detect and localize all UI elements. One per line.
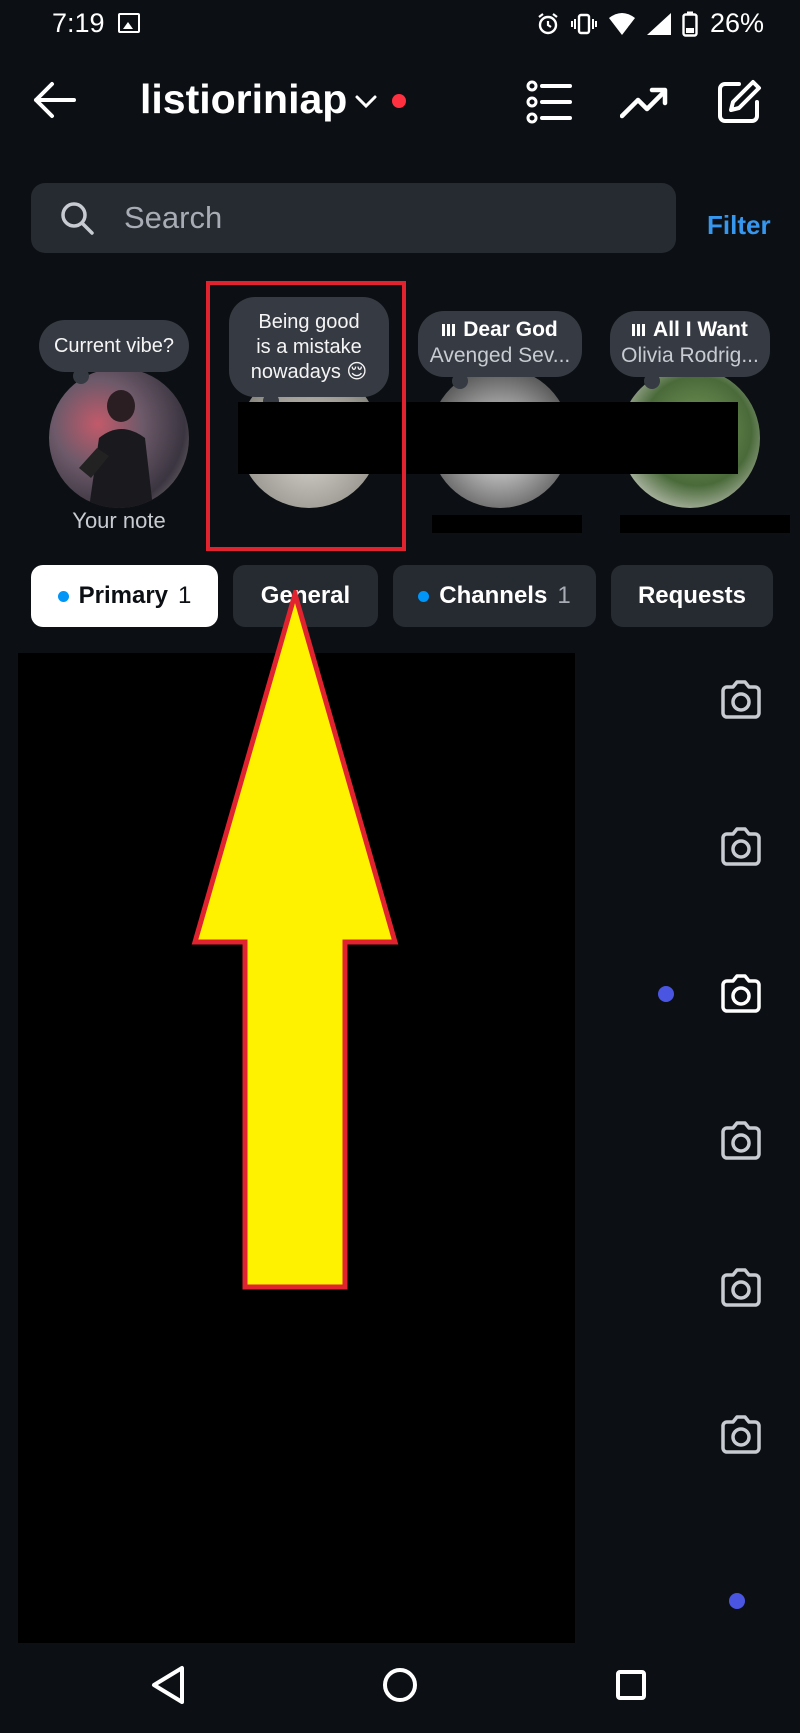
highlight-box bbox=[206, 281, 406, 551]
alarm-icon bbox=[538, 12, 558, 34]
battery-icon bbox=[682, 11, 698, 37]
avatar bbox=[49, 368, 189, 508]
music-note-bubble: All I Want Olivia Rodrig... bbox=[610, 311, 770, 389]
status-icons: 26% bbox=[536, 8, 764, 39]
camera-icon[interactable] bbox=[718, 824, 764, 870]
image-icon bbox=[118, 13, 140, 33]
trending-icon[interactable] bbox=[620, 78, 668, 126]
app-header: listioriniap bbox=[0, 60, 800, 140]
thread-row[interactable] bbox=[0, 668, 800, 788]
vibrate-icon bbox=[570, 13, 597, 34]
music-bars-icon bbox=[632, 317, 647, 343]
signal-icon bbox=[646, 12, 671, 35]
back-triangle-icon[interactable] bbox=[144, 1660, 194, 1710]
music-artist: Avenged Sev... bbox=[429, 344, 571, 367]
camera-icon[interactable] bbox=[718, 971, 764, 1017]
camera-icon[interactable] bbox=[718, 677, 764, 723]
search-input[interactable] bbox=[124, 198, 624, 238]
redaction-block bbox=[432, 515, 582, 533]
note-name: Your note bbox=[72, 508, 166, 533]
tab-label: Channels bbox=[439, 582, 548, 609]
tab-label: Primary bbox=[78, 582, 169, 609]
list-icon[interactable] bbox=[526, 78, 574, 126]
note-your-note[interactable]: Current vibe? Your note bbox=[29, 285, 209, 555]
note-bubble-text: Current vibe? bbox=[53, 335, 175, 357]
wifi-icon bbox=[608, 12, 635, 35]
tab-channels[interactable]: Channels 1 bbox=[393, 565, 596, 627]
music-bars-icon bbox=[442, 317, 457, 343]
thread-row[interactable] bbox=[0, 1403, 800, 1523]
filter-button[interactable]: Filter bbox=[707, 210, 771, 241]
tab-unread-dot bbox=[57, 590, 69, 602]
annotation-arrow bbox=[191, 590, 399, 1290]
chevron-down-icon[interactable] bbox=[353, 88, 379, 114]
search-bar[interactable] bbox=[31, 183, 676, 253]
camera-icon[interactable] bbox=[718, 1118, 764, 1164]
home-circle-icon[interactable] bbox=[375, 1660, 425, 1710]
unread-dot bbox=[729, 1593, 745, 1609]
camera-icon[interactable] bbox=[718, 1412, 764, 1458]
tab-label: Requests bbox=[637, 582, 747, 609]
unread-dot bbox=[658, 986, 674, 1002]
status-time: 7:19 bbox=[52, 8, 105, 38]
tab-requests[interactable]: Requests bbox=[611, 565, 773, 627]
camera-icon[interactable] bbox=[718, 1265, 764, 1311]
compose-icon[interactable] bbox=[715, 78, 763, 126]
music-title: All I Want bbox=[610, 317, 770, 343]
thread-row[interactable] bbox=[0, 1109, 800, 1229]
tab-unread-dot bbox=[418, 590, 430, 602]
thread-row[interactable] bbox=[0, 1256, 800, 1376]
status-bar: 7:19 26% bbox=[0, 0, 800, 50]
music-note-bubble: Dear God Avenged Sev... bbox=[418, 311, 582, 389]
search-icon bbox=[61, 202, 94, 235]
music-artist: Olivia Rodrig... bbox=[621, 344, 759, 367]
thread-row[interactable] bbox=[0, 962, 800, 1082]
battery-percent: 26% bbox=[709, 8, 764, 38]
inbox-tabs: Primary 1 General Channels 1 Requests bbox=[31, 565, 791, 627]
back-arrow-icon[interactable] bbox=[30, 78, 78, 122]
account-name[interactable]: listioriniap bbox=[140, 76, 347, 123]
system-nav-bar bbox=[0, 1640, 800, 1733]
recents-square-icon[interactable] bbox=[606, 1660, 656, 1710]
tab-count: 1 bbox=[557, 582, 571, 609]
note-bubble: Current vibe? bbox=[39, 320, 189, 384]
thread-row[interactable] bbox=[0, 815, 800, 935]
redaction-block bbox=[620, 515, 790, 533]
music-title: Dear God bbox=[418, 317, 582, 343]
online-status-dot bbox=[392, 94, 406, 108]
